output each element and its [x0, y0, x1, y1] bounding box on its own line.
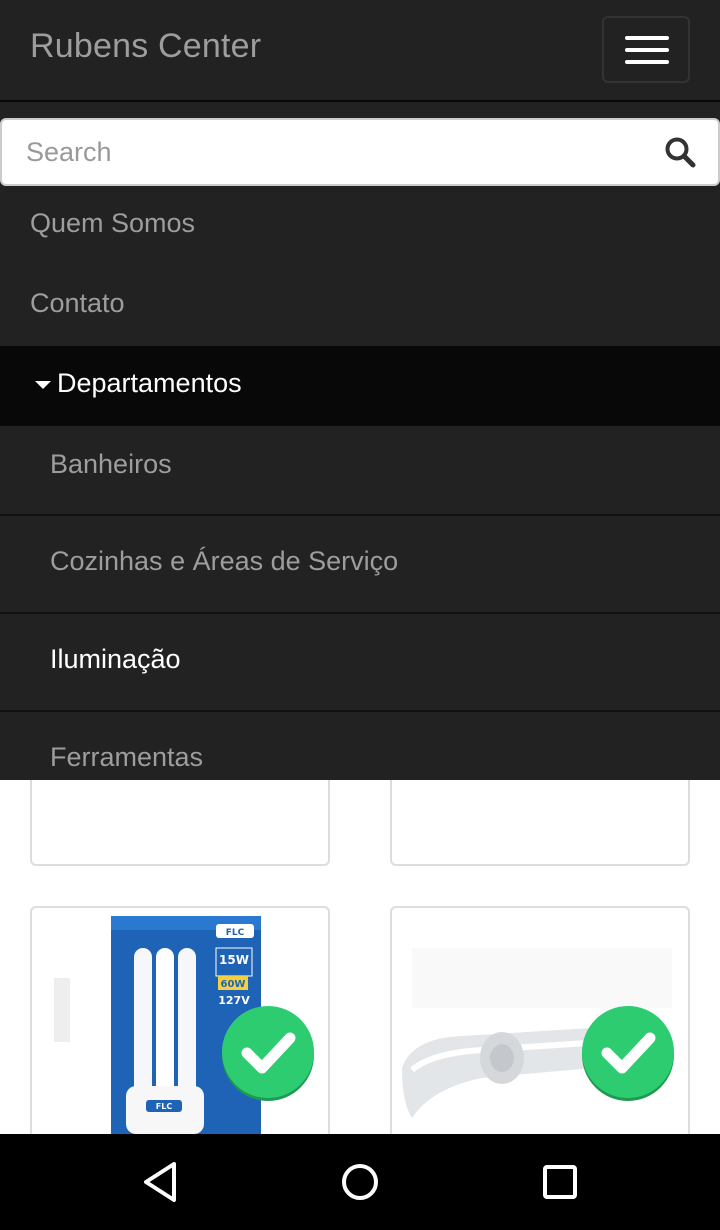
menu-toggle-button[interactable] [602, 16, 690, 83]
system-navigation-bar [0, 1134, 720, 1230]
product-card-lamp[interactable]: FLC 15W 60W 127V FLC [30, 906, 330, 1166]
search-box [0, 118, 720, 186]
submenu-item-cozinhas[interactable]: Cozinhas e Áreas de Serviço [0, 516, 720, 614]
departments-label: Departamentos [57, 368, 242, 398]
home-icon[interactable] [340, 1162, 380, 1202]
recents-icon[interactable] [542, 1164, 578, 1200]
departments-dropdown[interactable]: Departamentos [0, 346, 720, 426]
brand-logo-text[interactable]: Rubens Center [30, 27, 261, 66]
search-input[interactable] [2, 120, 642, 184]
submenu-item-iluminacao[interactable]: Iluminação [0, 614, 720, 712]
hamburger-icon [625, 36, 669, 40]
nav-link-quem-somos[interactable]: Quem Somos [30, 208, 195, 239]
svg-text:FLC: FLC [156, 1102, 173, 1111]
collapsed-navigation-menu: Quem Somos Contato Departamentos Banheir… [0, 102, 720, 780]
search-icon[interactable] [664, 136, 698, 170]
product-card-shower[interactable] [390, 906, 690, 1166]
check-icon [222, 1006, 314, 1098]
back-icon[interactable] [140, 1160, 180, 1204]
nav-link-contato[interactable]: Contato [30, 288, 125, 319]
caret-down-icon [35, 381, 51, 389]
submenu-item-ferramentas[interactable]: Ferramentas [0, 712, 720, 780]
page: FLC 15W 60W 127V FLC Rubens Center Searc… [0, 0, 720, 1230]
check-icon [582, 1006, 674, 1098]
svg-text:FLC: FLC [226, 928, 245, 938]
submenu-item-banheiros[interactable]: Banheiros [0, 426, 720, 516]
svg-text:15W: 15W [219, 953, 249, 967]
svg-text:60W: 60W [221, 979, 246, 990]
top-navbar: Rubens Center [0, 0, 720, 102]
